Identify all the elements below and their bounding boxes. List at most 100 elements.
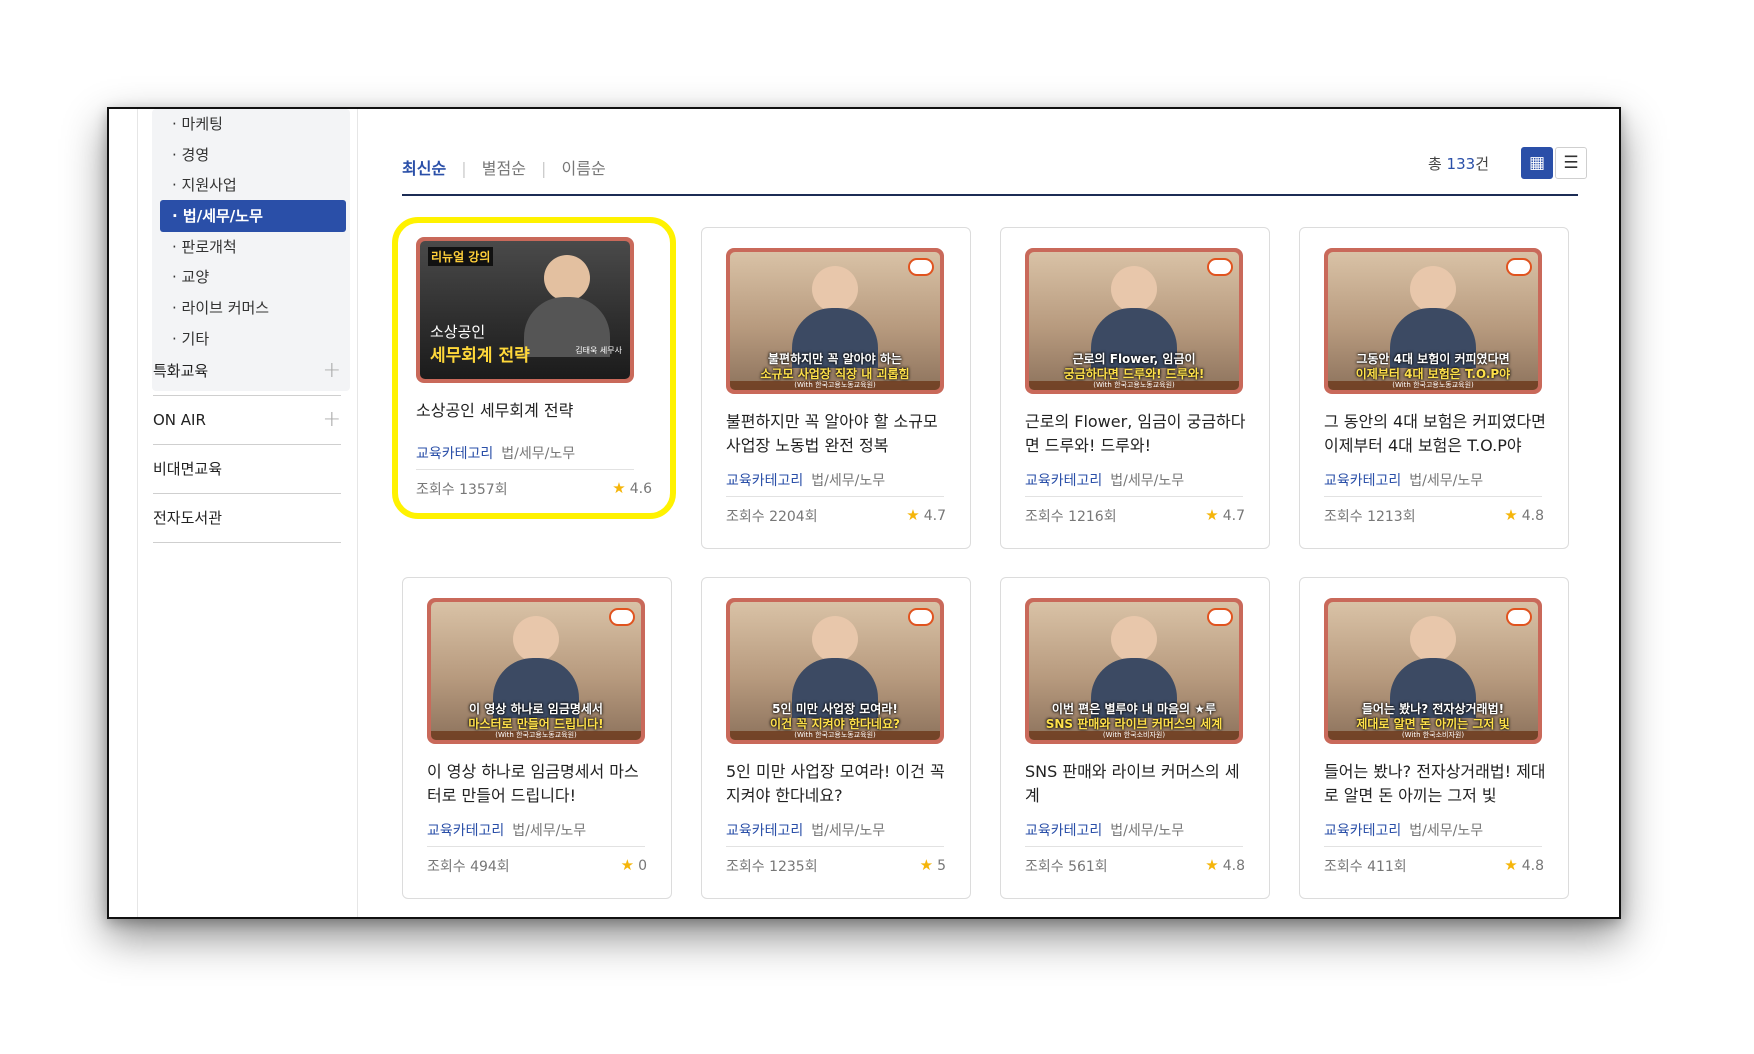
- category-label[interactable]: 교육카테고리: [726, 473, 803, 489]
- card-category: 교육카테고리 법/세무/노무: [726, 820, 885, 840]
- lecture-card[interactable]: 리뉴얼 강의 소상공인 세무회계 전략 김태욱 세무사 소상공인 세무회계 전략…: [392, 217, 676, 519]
- channel-logo-icon: [1207, 258, 1233, 276]
- grid-view-button[interactable]: ▦: [1521, 147, 1553, 179]
- thumbnail-image: 리뉴얼 강의 소상공인 세무회계 전략 김태욱 세무사: [420, 241, 630, 379]
- menu-e-library[interactable]: 전자도서관: [153, 494, 341, 543]
- sidebar-item-liberal-arts[interactable]: · 교양: [160, 261, 346, 293]
- thumb-caption: 5인 미만 사업장 모여라! 이건 꼭 지켜야 한다네요?: [730, 702, 940, 732]
- thumb-sub: (With 한국고용노동교육원): [1328, 381, 1538, 390]
- rating: ★ 0: [621, 856, 647, 874]
- thumbnail[interactable]: 이번 편은 별루야 내 마음의 ★루 SNS 판매와 라이브 커머스의 세계 (…: [1025, 598, 1243, 744]
- thumb-caption: 이번 편은 별루야 내 마음의 ★루 SNS 판매와 라이브 커머스의 세계: [1029, 702, 1239, 732]
- thumbnail-image: 들어는 봤나? 전자상거래법! 제대로 알면 돈 아끼는 그저 빛 (With …: [1328, 602, 1538, 740]
- view-count: 조회수 411회: [1324, 859, 1407, 875]
- card-title[interactable]: SNS 판매와 라이브 커머스의 세계: [1025, 760, 1249, 808]
- sidebar-item-live-commerce[interactable]: · 라이브 커머스: [160, 292, 346, 324]
- view-count: 조회수 494회: [427, 859, 510, 875]
- total-number: 133: [1446, 155, 1476, 173]
- rating-value: 4.8: [1521, 508, 1544, 524]
- category-label[interactable]: 교육카테고리: [427, 823, 504, 839]
- sidebar-item-marketing[interactable]: · 마케팅: [160, 109, 346, 140]
- rating-value: 4.7: [923, 508, 946, 524]
- lecture-card[interactable]: 그동안 4대 보험이 커피였다면 이제부터 4대 보험은 T.O.P야 (Wit…: [1299, 227, 1569, 549]
- thumbnail-image: 근로의 Flower, 임금이 궁금하다면 드루와! 드루와! (With 한국…: [1029, 252, 1239, 390]
- lecture-card[interactable]: 불편하지만 꼭 알아야 하는 소규모 사업장 직장 내 괴롭힘 (With 한국…: [701, 227, 971, 549]
- plus-icon[interactable]: +: [323, 347, 341, 395]
- sidebar-item-law-tax-labor[interactable]: · 법/세무/노무: [160, 200, 346, 232]
- presenter-figure: [544, 255, 590, 301]
- thumb-line: 들어는 봤나? 전자상거래법!: [1361, 702, 1505, 716]
- thumb-line: SNS 판매와 라이브 커머스의 세계: [1045, 717, 1223, 731]
- plus-icon[interactable]: +: [323, 396, 341, 444]
- card-category: 교육카테고리 법/세무/노무: [427, 820, 586, 840]
- sidebar-item-sales-channel[interactable]: · 판로개척: [160, 231, 346, 263]
- thumbnail[interactable]: 그동안 4대 보험이 커피였다면 이제부터 4대 보험은 T.O.P야 (Wit…: [1324, 248, 1542, 394]
- tab-rating[interactable]: 별점순: [482, 159, 526, 178]
- category-value: 법/세무/노무: [1110, 823, 1185, 839]
- rating: ★ 4.7: [906, 506, 946, 524]
- thumb-line: 이제부터 4대 보험은 T.O.P야: [1355, 367, 1511, 381]
- rating-value: 4.6: [629, 481, 652, 497]
- card-title[interactable]: 근로의 Flower, 임금이 궁금하다면 드루와! 드루와!: [1025, 410, 1249, 458]
- category-label[interactable]: 교육카테고리: [1324, 823, 1401, 839]
- thumbnail-image: 그동안 4대 보험이 커피였다면 이제부터 4대 보험은 T.O.P야 (Wit…: [1328, 252, 1538, 390]
- tab-latest[interactable]: 최신순: [402, 159, 446, 178]
- card-divider: [726, 496, 944, 497]
- presenter-figure: [1111, 266, 1157, 312]
- thumbnail[interactable]: 근로의 Flower, 임금이 궁금하다면 드루와! 드루와! (With 한국…: [1025, 248, 1243, 394]
- lecture-card[interactable]: 근로의 Flower, 임금이 궁금하다면 드루와! 드루와! (With 한국…: [1000, 227, 1270, 549]
- sidebar-item-support-projects[interactable]: · 지원사업: [160, 169, 346, 201]
- thumb-line: 그동안 4대 보험이 커피였다면: [1356, 352, 1510, 366]
- rating: ★ 5: [920, 856, 946, 874]
- thumb-caption: 들어는 봤나? 전자상거래법! 제대로 알면 돈 아끼는 그저 빛: [1328, 702, 1538, 732]
- lecture-card[interactable]: 들어는 봤나? 전자상거래법! 제대로 알면 돈 아끼는 그저 빛 (With …: [1299, 577, 1569, 899]
- thumbnail[interactable]: 리뉴얼 강의 소상공인 세무회계 전략 김태욱 세무사: [416, 237, 634, 383]
- card-title[interactable]: 그 동안의 4대 보험은 커피였다면 이제부터 4대 보험은 T.O.P야: [1324, 410, 1548, 458]
- rating: ★ 4.6: [612, 479, 652, 497]
- tab-separator: |: [541, 159, 547, 178]
- list-view-icon: ☰: [1563, 153, 1579, 173]
- thumbnail[interactable]: 불편하지만 꼭 알아야 하는 소규모 사업장 직장 내 괴롭힘 (With 한국…: [726, 248, 944, 394]
- category-label[interactable]: 교육카테고리: [1025, 823, 1102, 839]
- card-category: 교육카테고리 법/세무/노무: [1324, 470, 1483, 490]
- card-divider: [1025, 846, 1243, 847]
- presenter-figure: [1410, 266, 1456, 312]
- menu-label: 전자도서관: [153, 509, 223, 527]
- thumb-sub: (With 한국고용노동교육원): [730, 381, 940, 390]
- thumb-line: 이건 꼭 지켜야 한다네요?: [770, 717, 900, 731]
- category-value: 법/세무/노무: [811, 823, 886, 839]
- lecture-card[interactable]: 이번 편은 별루야 내 마음의 ★루 SNS 판매와 라이브 커머스의 세계 (…: [1000, 577, 1270, 899]
- category-label[interactable]: 교육카테고리: [416, 446, 493, 462]
- sidebar-item-management[interactable]: · 경영: [160, 139, 346, 171]
- sidebar-guide-line: [137, 109, 138, 917]
- browser-window: · 마케팅 · 경영 · 지원사업 · 법/세무/노무 · 판로개척 · 교양 …: [107, 107, 1621, 919]
- tab-name[interactable]: 이름순: [562, 159, 606, 178]
- category-label[interactable]: 교육카테고리: [1025, 473, 1102, 489]
- category-value: 법/세무/노무: [1409, 823, 1484, 839]
- card-title[interactable]: 5인 미만 사업장 모여라! 이건 꼭 지켜야 한다네요?: [726, 760, 950, 808]
- menu-online-education[interactable]: 비대면교육: [153, 445, 341, 494]
- thumbnail[interactable]: 이 영상 하나로 임금명세서 마스터로 만들어 드립니다! (With 한국고용…: [427, 598, 645, 744]
- category-value: 법/세무/노무: [512, 823, 587, 839]
- list-view-button[interactable]: ☰: [1555, 147, 1587, 179]
- menu-on-air[interactable]: ON AIR +: [153, 396, 341, 445]
- lecture-card[interactable]: 이 영상 하나로 임금명세서 마스터로 만들어 드립니다! (With 한국고용…: [402, 577, 672, 899]
- channel-logo-icon: [1506, 608, 1532, 626]
- star-icon: ★: [906, 506, 920, 524]
- thumbnail[interactable]: 5인 미만 사업장 모여라! 이건 꼭 지켜야 한다네요? (With 한국고용…: [726, 598, 944, 744]
- card-title[interactable]: 이 영상 하나로 임금명세서 마스터로 만들어 드립니다!: [427, 760, 651, 808]
- category-label[interactable]: 교육카테고리: [726, 823, 803, 839]
- category-value: 법/세무/노무: [811, 473, 886, 489]
- thumbnail[interactable]: 들어는 봤나? 전자상거래법! 제대로 알면 돈 아끼는 그저 빛 (With …: [1324, 598, 1542, 744]
- view-count: 조회수 561회: [1025, 859, 1108, 875]
- menu-special-education[interactable]: 특화교육 +: [153, 347, 341, 396]
- card-title[interactable]: 불편하지만 꼭 알아야 할 소규모 사업장 노동법 완전 정복: [726, 410, 950, 458]
- presenter-figure: [812, 616, 858, 662]
- card-title[interactable]: 소상공인 세무회계 전략: [416, 399, 640, 423]
- card-divider: [1324, 846, 1542, 847]
- lecture-card[interactable]: 5인 미만 사업장 모여라! 이건 꼭 지켜야 한다네요? (With 한국고용…: [701, 577, 971, 899]
- category-label[interactable]: 교육카테고리: [1324, 473, 1401, 489]
- card-title[interactable]: 들어는 봤나? 전자상거래법! 제대로 알면 돈 아끼는 그저 빛: [1324, 760, 1548, 808]
- star-icon: ★: [1504, 856, 1518, 874]
- sidebar: · 마케팅 · 경영 · 지원사업 · 법/세무/노무 · 판로개척 · 교양 …: [109, 109, 359, 917]
